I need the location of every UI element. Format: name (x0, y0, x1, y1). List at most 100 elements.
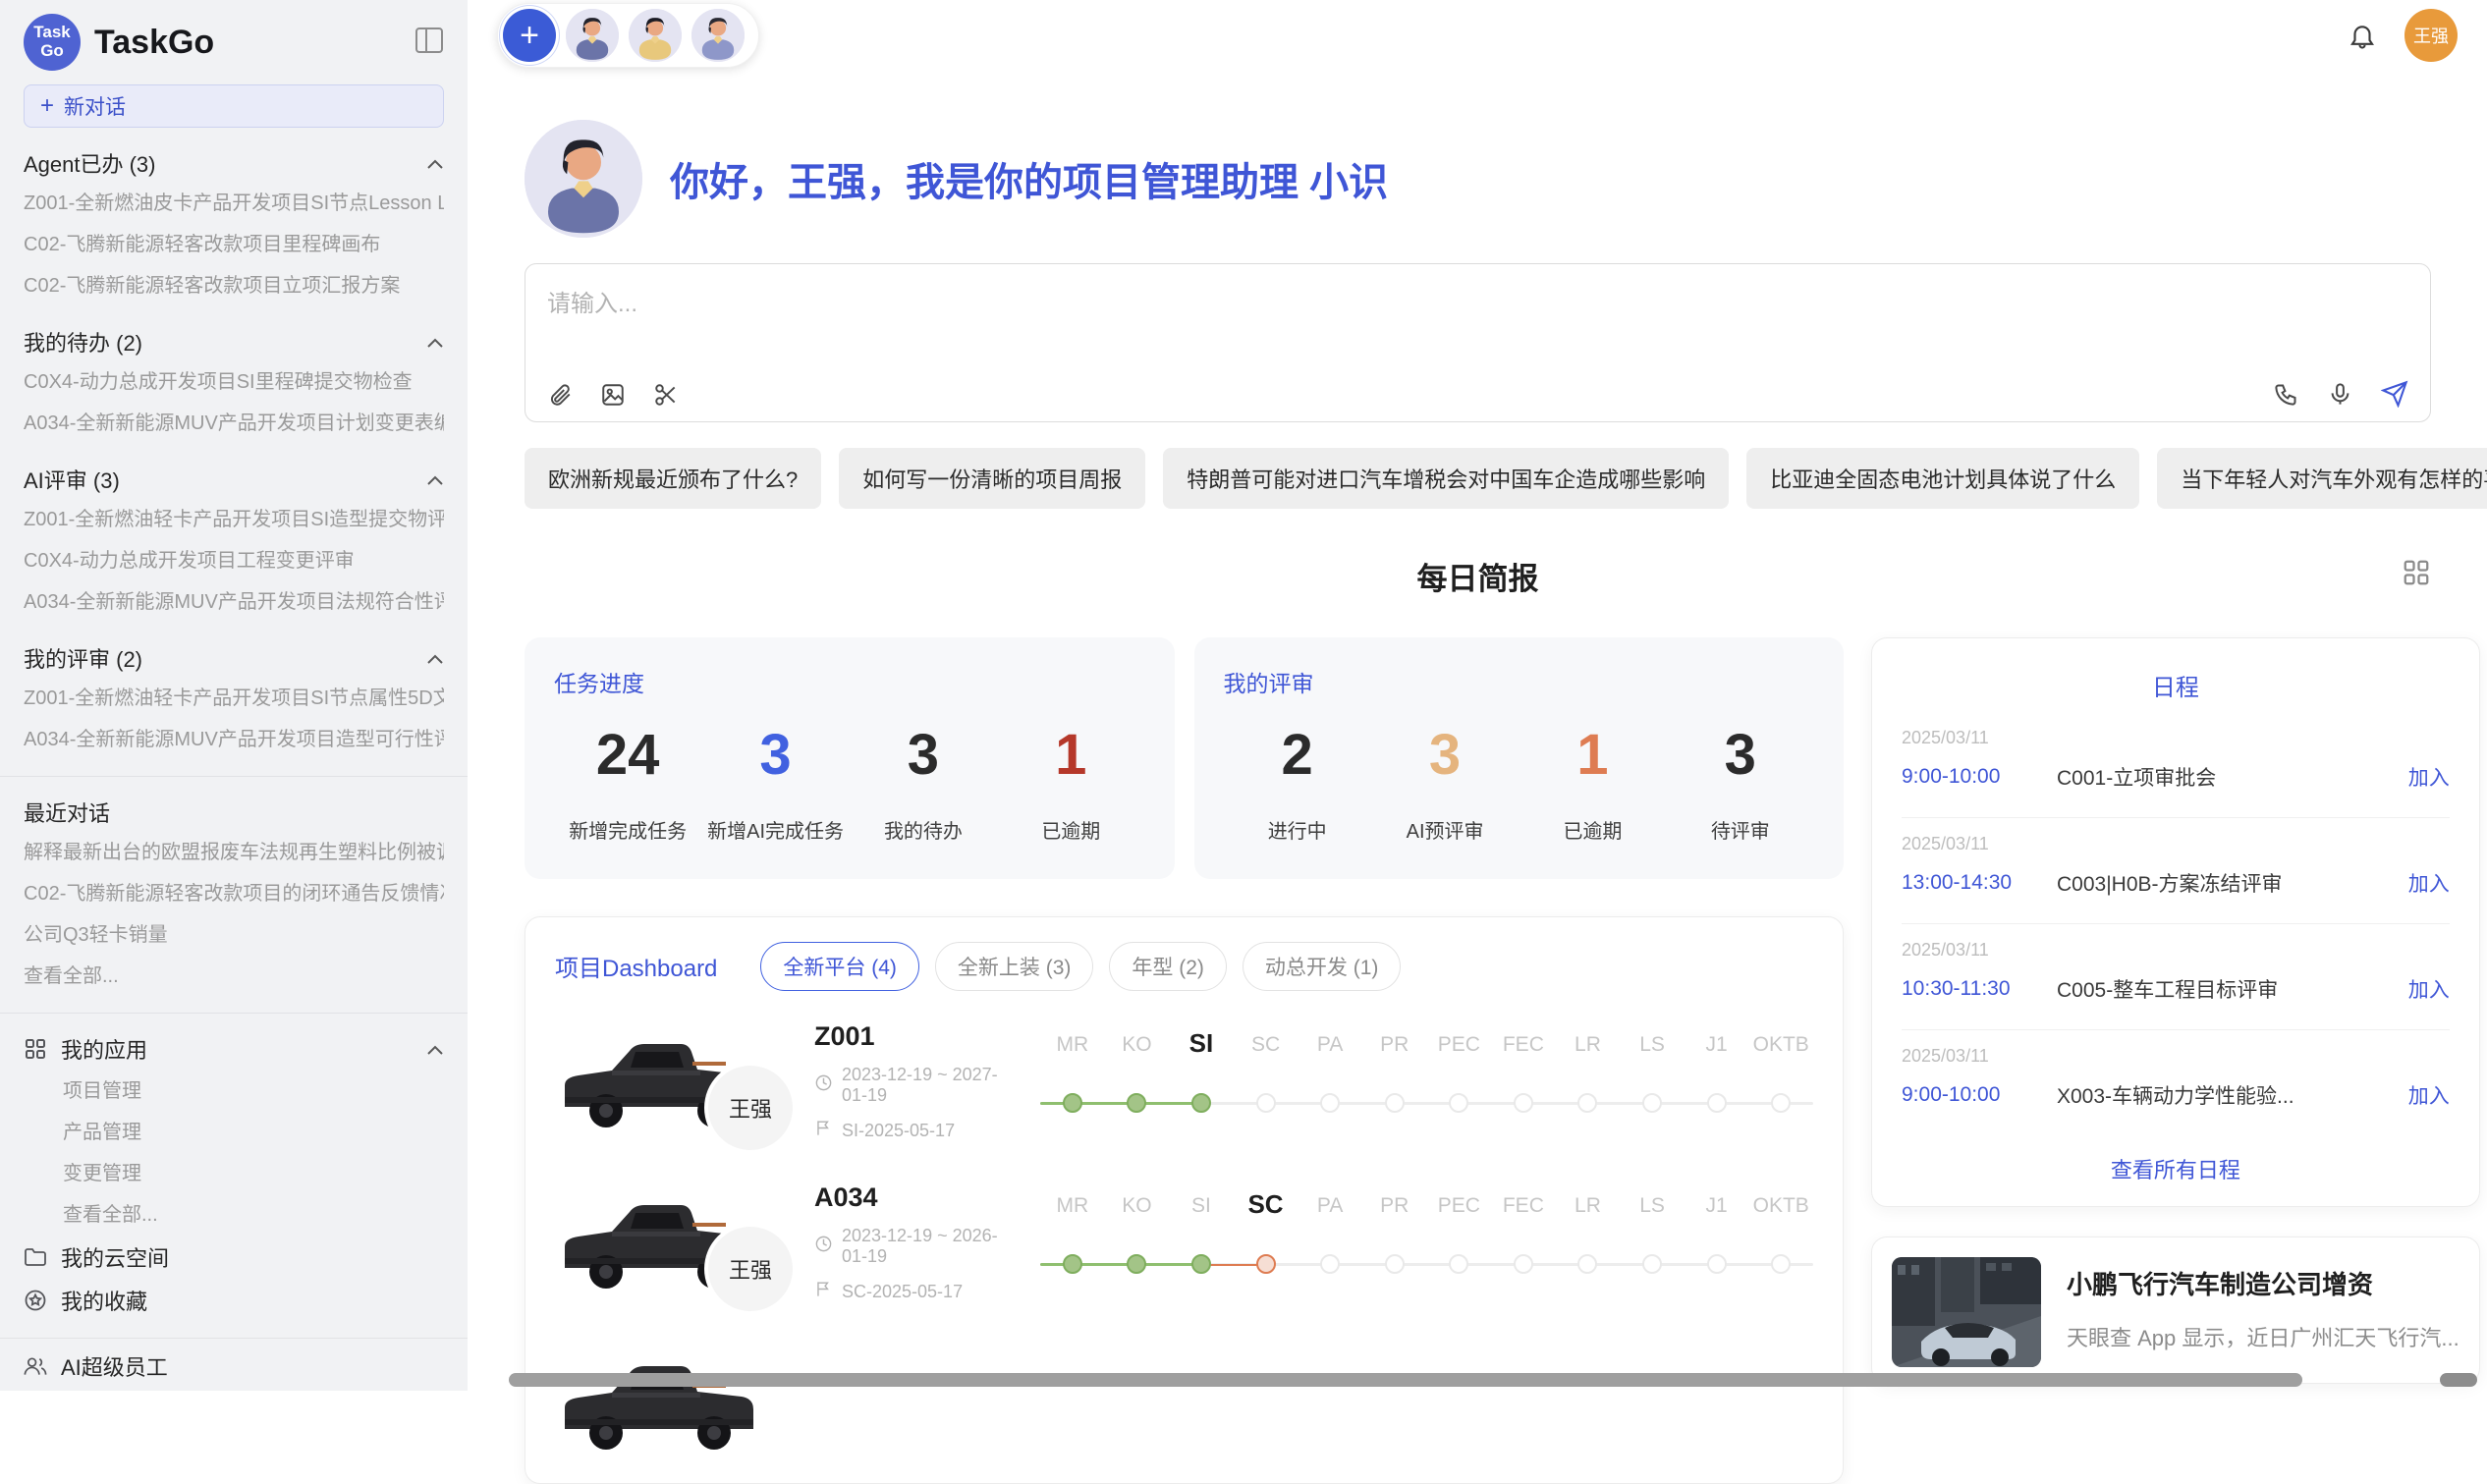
recent-chat-item[interactable]: 公司Q3轻卡销量 (24, 914, 444, 956)
scissors-icon[interactable] (653, 382, 679, 408)
chat-input[interactable]: 请输入... (525, 263, 2431, 422)
milestone-node[interactable] (1449, 1093, 1468, 1113)
chevron-up-icon[interactable] (426, 150, 444, 176)
suggestion-chip[interactable]: 特朗普可能对进口汽车增税会对中国车企造成哪些影响 (1163, 448, 1729, 509)
sidebar-task-item[interactable]: C0X4-动力总成开发项目工程变更评审 (24, 540, 444, 581)
milestone-node[interactable] (1385, 1254, 1405, 1274)
notifications-bell-icon[interactable] (2348, 21, 2377, 50)
dashboard-filter-chip[interactable]: 年型 (2) (1109, 942, 1227, 991)
microphone-icon[interactable] (2327, 381, 2353, 408)
news-card[interactable]: 小鹏飞行汽车制造公司增资 天眼查 App 显示，近日广州汇天飞行汽... (1871, 1237, 2480, 1384)
sidebar-item-star[interactable]: 我的收藏 (24, 1279, 444, 1322)
milestone-node[interactable] (1127, 1093, 1146, 1113)
new-chat-button[interactable]: + 新对话 (24, 84, 444, 128)
apps-view-all[interactable]: 查看全部... (24, 1194, 444, 1236)
sidebar-task-item[interactable]: C0X4-动力总成开发项目SI里程碑提交物检查 (24, 361, 444, 403)
sidebar-task-item[interactable]: Z001-全新燃油轻卡产品开发项目SI节点属性5D文件评审 (24, 678, 444, 719)
send-icon[interactable] (2381, 380, 2408, 408)
collapse-panel-icon[interactable] (414, 27, 444, 59)
milestone-node[interactable] (1514, 1093, 1533, 1113)
sidebar-task-item[interactable]: A034-全新新能源MUV产品开发项目法规符合性评审 (24, 581, 444, 623)
layout-grid-icon[interactable] (2402, 558, 2431, 592)
project-code[interactable]: Z001 (814, 1021, 1022, 1052)
sidebar-tool-item[interactable]: AI超级员工 (24, 1345, 444, 1388)
sidebar-item-folder[interactable]: 我的云空间 (24, 1236, 444, 1279)
milestone-node[interactable] (1642, 1093, 1662, 1113)
dashboard-filter-chip[interactable]: 动总开发 (1) (1243, 942, 1402, 991)
sidebar-task-item[interactable]: C02-飞腾新能源轻客改款项目立项汇报方案 (24, 265, 444, 306)
attachment-icon[interactable] (547, 382, 573, 408)
app-item[interactable]: 变更管理 (63, 1153, 444, 1194)
milestone-node[interactable] (1063, 1093, 1082, 1113)
sidebar-task-item[interactable]: A034-全新新能源MUV产品开发项目计划变更表编写 (24, 403, 444, 444)
suggestion-chip[interactable]: 比亚迪全固态电池计划具体说了什么 (1746, 448, 2139, 509)
app-item[interactable]: 产品管理 (63, 1112, 444, 1153)
sidebar-task-item[interactable]: C02-飞腾新能源轻客改款项目里程碑画布 (24, 224, 444, 265)
project-owner-badge[interactable]: 王强 (708, 1227, 793, 1311)
horizontal-scrollbar[interactable] (509, 1373, 2302, 1387)
dashboard-filter-chip[interactable]: 全新平台 (4) (760, 942, 919, 991)
suggestion-chip[interactable]: 欧洲新规最近颁布了什么? (525, 448, 821, 509)
milestone-node[interactable] (1771, 1254, 1791, 1274)
join-meeting-link[interactable]: 加入 (2408, 868, 2450, 898)
entry-title: X003-车辆动力学性能验... (2057, 1080, 2408, 1110)
recent-view-all[interactable]: 查看全部... (24, 956, 444, 997)
view-all-schedule-link[interactable]: 查看所有日程 (1902, 1135, 2450, 1198)
recent-chat-item[interactable]: 解释最新出台的欧盟报废车法规再生塑料比例被调至15%... (24, 832, 444, 873)
entry-title: C003|H0B-方案冻结评审 (2057, 868, 2408, 898)
user-avatar[interactable]: 王强 (2404, 9, 2458, 62)
stats-card: 任务进度24新增完成任务3新增AI完成任务3我的待办1已逾期 (525, 637, 1175, 879)
chevron-up-icon[interactable] (426, 467, 444, 492)
join-meeting-link[interactable]: 加入 (2408, 762, 2450, 792)
phone-icon[interactable] (2273, 381, 2299, 408)
metric-label: 已逾期 (997, 815, 1144, 844)
sidebar-section-header[interactable]: AI评审 (3) (24, 460, 444, 499)
milestone-node[interactable] (1256, 1254, 1276, 1274)
sidebar-section-header[interactable]: Agent已办 (3) (24, 143, 444, 183)
metric-label: 待评审 (1667, 815, 1814, 844)
app-item[interactable]: 项目管理 (63, 1071, 444, 1112)
member-avatar-3[interactable] (691, 9, 745, 62)
image-upload-icon[interactable] (600, 382, 626, 408)
assistant-avatar (525, 120, 642, 238)
sidebar-section-header[interactable]: 我的评审 (2) (24, 638, 444, 678)
dashboard-filter-chip[interactable]: 全新上装 (3) (935, 942, 1094, 991)
suggestion-chip[interactable]: 如何写一份清晰的项目周报 (839, 448, 1145, 509)
recent-chat-item[interactable]: C02-飞腾新能源轻客改款项目的闭环通告反馈情况 (24, 873, 444, 914)
milestone-node[interactable] (1320, 1093, 1340, 1113)
sidebar-section-header[interactable]: 我的待办 (2) (24, 322, 444, 361)
milestone: OKTB (1748, 1019, 1813, 1145)
milestone-node[interactable] (1063, 1254, 1082, 1274)
milestone-node[interactable] (1707, 1254, 1727, 1274)
milestone-node[interactable] (1577, 1254, 1597, 1274)
sidebar-item-my-apps[interactable]: 我的应用 (24, 1027, 444, 1071)
milestone: FEC (1491, 1181, 1556, 1306)
chevron-up-icon[interactable] (426, 329, 444, 355)
join-meeting-link[interactable]: 加入 (2408, 1080, 2450, 1110)
milestone-node[interactable] (1191, 1254, 1211, 1274)
sidebar-task-item[interactable]: Z001-全新燃油皮卡产品开发项目SI节点Lesson Learn报告 (24, 183, 444, 224)
add-member-button[interactable]: + (503, 9, 556, 62)
milestone-node[interactable] (1127, 1254, 1146, 1274)
member-avatar-1[interactable] (566, 9, 619, 62)
milestone-node[interactable] (1771, 1093, 1791, 1113)
project-owner-badge[interactable]: 王强 (708, 1066, 793, 1150)
suggestion-chip[interactable]: 当下年轻人对汽车外观有怎样的喜好趋势 (2157, 448, 2487, 509)
sidebar-task-item[interactable]: A034-全新新能源MUV产品开发项目造型可行性评审 (24, 719, 444, 760)
milestone-node[interactable] (1320, 1254, 1340, 1274)
milestone-node[interactable] (1191, 1093, 1211, 1113)
chevron-up-icon[interactable] (426, 645, 444, 671)
milestone-node[interactable] (1514, 1254, 1533, 1274)
chevron-up-icon[interactable] (426, 1036, 444, 1062)
milestone-node[interactable] (1577, 1093, 1597, 1113)
sidebar-task-item[interactable]: Z001-全新燃油轻卡产品开发项目SI造型提交物评审 (24, 499, 444, 540)
milestone-node[interactable] (1449, 1254, 1468, 1274)
member-avatar-2[interactable] (629, 9, 682, 62)
milestone-node[interactable] (1642, 1254, 1662, 1274)
milestone-node[interactable] (1707, 1093, 1727, 1113)
scrollbar-corner[interactable] (2440, 1373, 2477, 1387)
join-meeting-link[interactable]: 加入 (2408, 974, 2450, 1004)
milestone-node[interactable] (1256, 1093, 1276, 1113)
milestone-node[interactable] (1385, 1093, 1405, 1113)
project-code[interactable]: A034 (814, 1182, 1022, 1213)
